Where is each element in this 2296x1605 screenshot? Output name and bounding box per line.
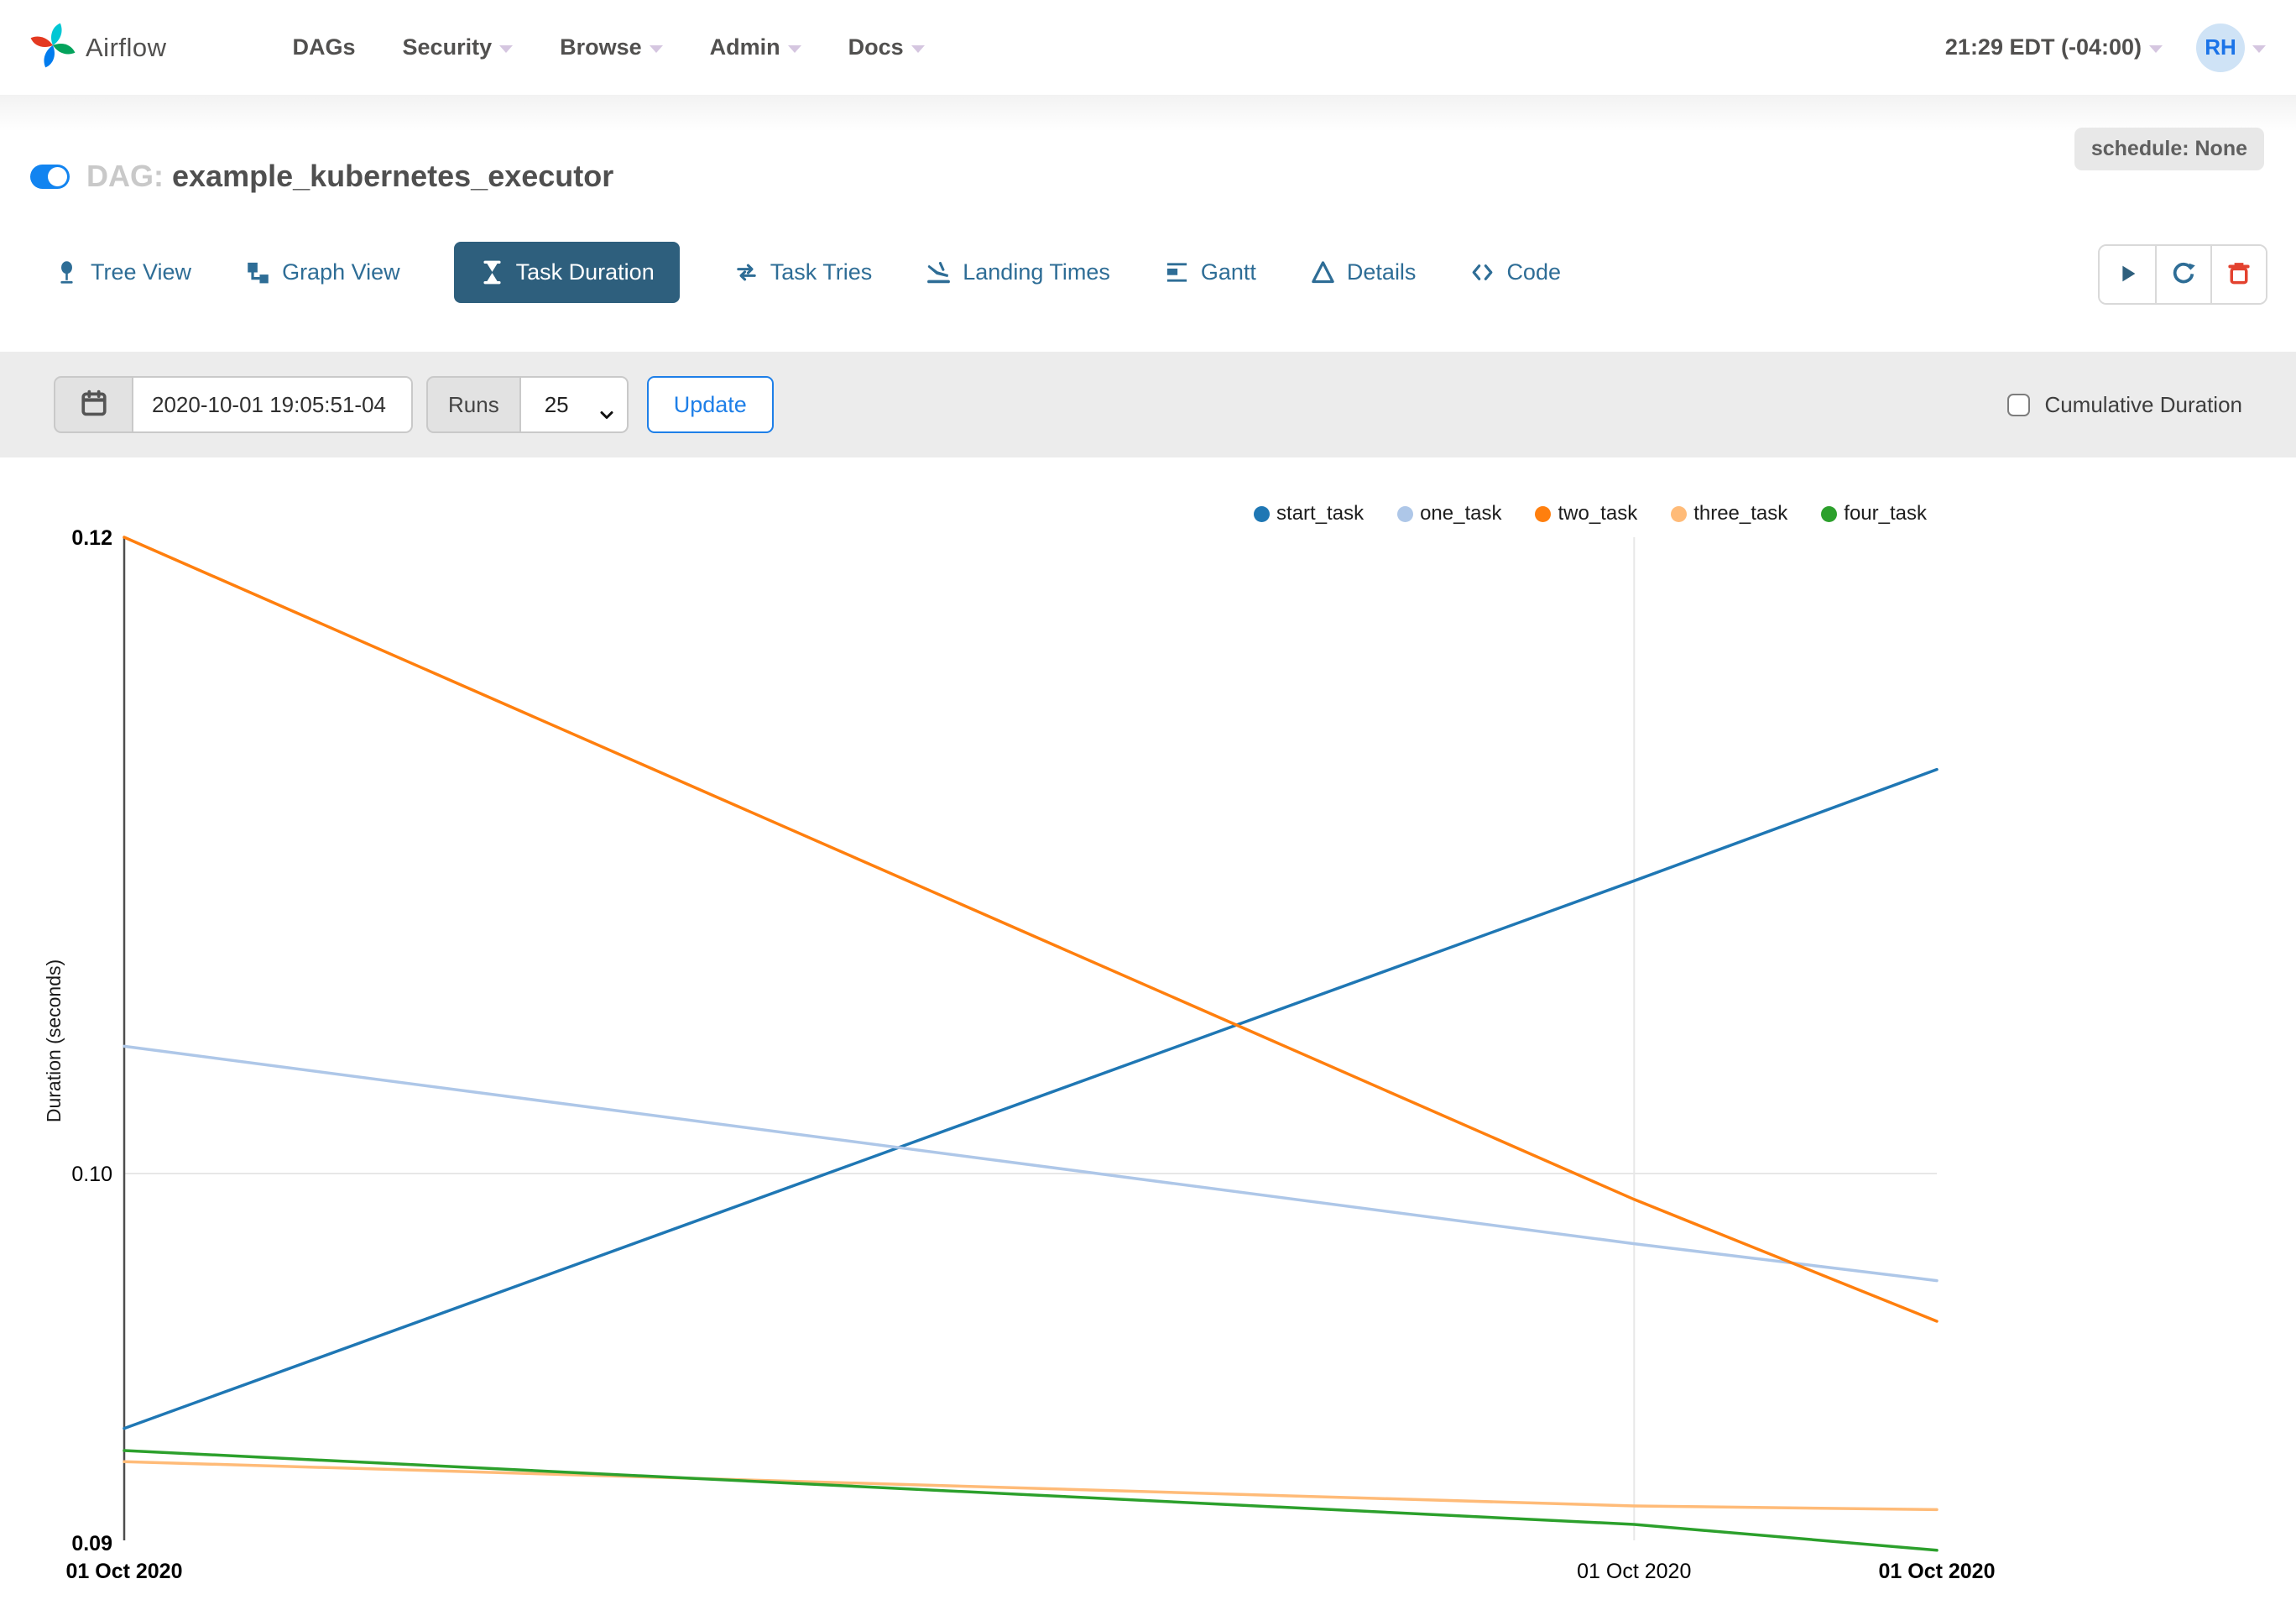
chart-legend: start_task one_task two_task three_task four… [1254,502,1927,525]
series-line-four_task[interactable] [123,1449,1939,1552]
menu-item-browse[interactable]: Browse [560,34,663,60]
runs-label: Runs [426,376,521,433]
navbar-shadow [0,95,2296,132]
legend-item-four_task[interactable]: four_task [1821,502,1927,525]
play-icon [2115,261,2140,289]
x-tick-label: 01 Oct 2020 [66,1560,183,1583]
runs-select[interactable]: 25 [520,376,629,433]
schedule-badge: schedule: None [2074,128,2264,170]
user-menu[interactable]: RH [2163,23,2266,72]
brand-label: Airflow [86,32,167,62]
legend-item-two_task[interactable]: two_task [1535,502,1637,525]
delete-dag-button[interactable] [2210,246,2266,303]
calendar-icon [80,389,108,421]
tab-task-tries[interactable]: Task Tries [733,259,872,285]
series-line-three_task[interactable] [123,1460,1939,1512]
dag-name: example_kubernetes_executor [172,159,614,193]
page-title: DAG: example_kubernetes_executor [86,159,613,194]
navbar-right: 21:29 EDT (-04:00) RH [1945,23,2266,72]
x-tick-label: 01 Oct 2020 [1879,1560,1996,1583]
legend-label: three_task [1693,502,1788,525]
chevron-down-icon [787,45,801,53]
legend-item-one_task[interactable]: one_task [1397,502,1501,525]
cumulative-duration-control: Cumulative Duration [2007,392,2242,418]
base-date-input[interactable] [133,376,413,433]
calendar-addon[interactable] [54,376,133,433]
tab-tree-view[interactable]: Tree View [54,259,191,285]
gantt-bars-icon [1164,259,1190,285]
chevron-down-icon [2252,45,2266,53]
plane-landing-icon [926,259,952,285]
code-brackets-icon [1469,259,1495,285]
dag-pause-toggle[interactable] [30,164,70,189]
menu-item-admin[interactable]: Admin [710,34,801,60]
tab-gantt[interactable]: Gantt [1164,259,1256,285]
menu-item-security[interactable]: Security [403,34,514,60]
chevron-down-icon [499,45,514,53]
chevron-down-icon [649,45,663,53]
legend-dot-icon [1254,505,1271,522]
clock-menu[interactable]: 21:29 EDT (-04:00) [1945,34,2163,60]
tab-task-duration[interactable]: Task Duration [453,241,680,303]
tab-code[interactable]: Code [1469,259,1561,285]
y-tick-label: 0.12 [71,526,112,550]
dag-action-buttons [2098,244,2267,305]
dag-header: DAG: example_kubernetes_executor [30,152,2266,201]
trigger-dag-button[interactable] [2100,246,2155,303]
y-tick-label: 0.09 [71,1532,112,1555]
legend-dot-icon [1535,505,1552,522]
tab-landing-times[interactable]: Landing Times [926,259,1110,285]
view-tabs: Tree View Graph View Task Duration Task … [54,239,2266,305]
x-tick-label: 01 Oct 2020 [1577,1560,1691,1583]
refresh-dag-button[interactable] [2155,246,2210,303]
cumulative-duration-label: Cumulative Duration [2044,391,2242,417]
legend-item-three_task[interactable]: three_task [1671,502,1787,525]
cumulative-duration-checkbox[interactable] [2007,393,2031,416]
chevron-down-icon [911,45,925,53]
airflow-app: Airflow DAGs Security Browse Admin Docs … [0,0,2296,1605]
menu-item-dags[interactable]: DAGs [293,34,356,60]
airflow-pinwheel-logo [30,23,76,72]
legend-dot-icon [1821,505,1838,522]
menu-item-docs[interactable]: Docs [848,34,925,60]
hourglass-icon [479,259,505,285]
series-line-one_task[interactable] [123,1044,1939,1283]
triangle-outline-icon [1310,259,1336,285]
avatar: RH [2196,23,2245,72]
legend-label: one_task [1420,502,1502,525]
toggle-knob [48,166,67,186]
series-line-two_task[interactable] [123,536,1939,1323]
legend-label: start_task [1276,502,1365,525]
legend-dot-icon [1671,505,1688,522]
tab-graph-view[interactable]: Graph View [245,259,400,285]
chart-filter-bar: Runs 25 Update Cumulative Duration [0,352,2296,457]
chevron-down-icon [2149,45,2163,53]
update-button[interactable]: Update [646,376,774,433]
tab-details[interactable]: Details [1310,259,1416,285]
refresh-icon [2171,261,2196,289]
pin-icon [54,259,80,285]
y-axis-title: Duration (seconds) [43,959,65,1122]
delete-icon [2226,261,2252,289]
dag-prefix: DAG: [86,159,164,193]
legend-dot-icon [1397,505,1414,522]
main-menu: DAGs Security Browse Admin Docs [293,34,925,60]
sitemap-icon [245,259,271,285]
repeat-icon [733,259,759,285]
base-date-group [54,376,413,433]
legend-label: four_task [1844,502,1927,525]
legend-item-start_task[interactable]: start_task [1254,502,1364,525]
series-line-start_task[interactable] [123,767,1939,1430]
legend-label: two_task [1558,502,1638,525]
airflow-brand[interactable]: Airflow [30,23,167,72]
y-tick-label: 0.10 [71,1163,112,1186]
top-navbar: Airflow DAGs Security Browse Admin Docs … [0,0,2296,95]
runs-group: Runs 25 [426,376,629,433]
